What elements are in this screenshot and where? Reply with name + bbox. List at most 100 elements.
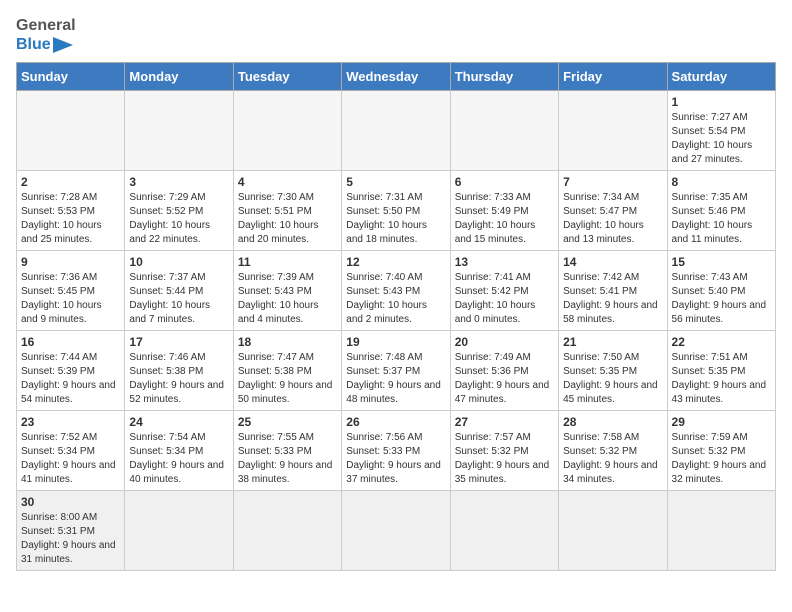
day-number: 4 xyxy=(238,175,337,189)
calendar-day: 28Sunrise: 7:58 AM Sunset: 5:32 PM Dayli… xyxy=(559,411,667,491)
calendar-day: 18 Sunrise: 7:47 AM Sunset: 5:38 PM Dayli… xyxy=(233,331,341,411)
calendar-day: 12Sunrise: 7:40 AM Sunset: 5:43 PM Dayli… xyxy=(342,251,450,331)
day-number: 16 xyxy=(21,335,120,349)
day-number: 23 xyxy=(21,415,120,429)
day-info: Sunrise: 7:51 AM Sunset: 5:35 PM Dayligh… xyxy=(672,351,771,407)
day-info: Sunrise: 7:35 AM Sunset: 5:46 PM Dayligh… xyxy=(672,191,771,247)
day-info: Sunrise: 7:39 AM Sunset: 5:43 PM Dayligh… xyxy=(238,271,337,327)
weekday-header: Monday xyxy=(125,63,233,91)
day-number: 27 xyxy=(455,415,554,429)
day-number: 17 xyxy=(129,335,228,349)
day-info: Sunrise: 7:49 AM Sunset: 5:36 PM Dayligh… xyxy=(455,351,554,407)
day-number: 19 xyxy=(346,335,445,349)
logo-general: General xyxy=(16,16,76,35)
day-number: 9 xyxy=(21,255,120,269)
day-info: Sunrise: 8:00 AM Sunset: 5:31 PM Dayligh… xyxy=(21,511,120,567)
day-info: Sunrise: 7:43 AM Sunset: 5:40 PM Dayligh… xyxy=(672,271,771,327)
weekday-header: Tuesday xyxy=(233,63,341,91)
calendar-body: 1 Sunrise: 7:27 AM Sunset: 5:54 PM Daylig… xyxy=(17,91,776,571)
calendar-day xyxy=(450,491,558,571)
calendar-week: 23 Sunrise: 7:52 AM Sunset: 5:34 PM Dayli… xyxy=(17,411,776,491)
day-info: Sunrise: 7:40 AM Sunset: 5:43 PM Dayligh… xyxy=(346,271,445,327)
day-number: 25 xyxy=(238,415,337,429)
calendar-day: 29Sunrise: 7:59 AM Sunset: 5:32 PM Dayli… xyxy=(667,411,775,491)
calendar-day: 5Sunrise: 7:31 AM Sunset: 5:50 PM Daylig… xyxy=(342,171,450,251)
day-number: 15 xyxy=(672,255,771,269)
calendar-day: 13 Sunrise: 7:41 AM Sunset: 5:42 PM Dayli… xyxy=(450,251,558,331)
calendar-day: 26Sunrise: 7:56 AM Sunset: 5:33 PM Dayli… xyxy=(342,411,450,491)
calendar-day: 7 Sunrise: 7:34 AM Sunset: 5:47 PM Daylig… xyxy=(559,171,667,251)
calendar-day: 6Sunrise: 7:33 AM Sunset: 5:49 PM Daylig… xyxy=(450,171,558,251)
logo-blue: Blue xyxy=(16,35,51,54)
calendar-day: 14 Sunrise: 7:42 AM Sunset: 5:41 PM Dayli… xyxy=(559,251,667,331)
calendar-day xyxy=(17,91,125,171)
day-number: 10 xyxy=(129,255,228,269)
day-info: Sunrise: 7:55 AM Sunset: 5:33 PM Dayligh… xyxy=(238,431,337,487)
calendar-week: 1 Sunrise: 7:27 AM Sunset: 5:54 PM Daylig… xyxy=(17,91,776,171)
weekday-header: Sunday xyxy=(17,63,125,91)
day-number: 5 xyxy=(346,175,445,189)
calendar-table: SundayMondayTuesdayWednesdayThursdayFrid… xyxy=(16,62,776,571)
day-info: Sunrise: 7:27 AM Sunset: 5:54 PM Dayligh… xyxy=(672,111,771,167)
calendar-day: 27 Sunrise: 7:57 AM Sunset: 5:32 PM Dayli… xyxy=(450,411,558,491)
calendar-day xyxy=(342,91,450,171)
header: General Blue xyxy=(16,16,776,54)
weekday-header: Thursday xyxy=(450,63,558,91)
calendar-day xyxy=(125,91,233,171)
day-number: 8 xyxy=(672,175,771,189)
calendar-day: 8 Sunrise: 7:35 AM Sunset: 5:46 PM Daylig… xyxy=(667,171,775,251)
day-number: 1 xyxy=(672,95,771,109)
calendar-day xyxy=(233,91,341,171)
day-info: Sunrise: 7:41 AM Sunset: 5:42 PM Dayligh… xyxy=(455,271,554,327)
calendar-day: 9Sunrise: 7:36 AM Sunset: 5:45 PM Daylig… xyxy=(17,251,125,331)
calendar-day: 4 Sunrise: 7:30 AM Sunset: 5:51 PM Daylig… xyxy=(233,171,341,251)
calendar-day: 30Sunrise: 8:00 AM Sunset: 5:31 PM Dayli… xyxy=(17,491,125,571)
calendar-day xyxy=(233,491,341,571)
calendar-day xyxy=(342,491,450,571)
day-number: 13 xyxy=(455,255,554,269)
calendar-day: 1 Sunrise: 7:27 AM Sunset: 5:54 PM Daylig… xyxy=(667,91,775,171)
calendar-day: 2 Sunrise: 7:28 AM Sunset: 5:53 PM Daylig… xyxy=(17,171,125,251)
day-number: 22 xyxy=(672,335,771,349)
day-info: Sunrise: 7:37 AM Sunset: 5:44 PM Dayligh… xyxy=(129,271,228,327)
weekday-header: Saturday xyxy=(667,63,775,91)
calendar-day: 22 Sunrise: 7:51 AM Sunset: 5:35 PM Dayli… xyxy=(667,331,775,411)
weekday-header: Friday xyxy=(559,63,667,91)
day-number: 18 xyxy=(238,335,337,349)
day-info: Sunrise: 7:54 AM Sunset: 5:34 PM Dayligh… xyxy=(129,431,228,487)
calendar-day xyxy=(559,491,667,571)
calendar-day xyxy=(125,491,233,571)
weekday-header: Wednesday xyxy=(342,63,450,91)
calendar-header: SundayMondayTuesdayWednesdayThursdayFrid… xyxy=(17,63,776,91)
calendar-week: 2 Sunrise: 7:28 AM Sunset: 5:53 PM Daylig… xyxy=(17,171,776,251)
day-number: 3 xyxy=(129,175,228,189)
day-number: 7 xyxy=(563,175,662,189)
day-info: Sunrise: 7:28 AM Sunset: 5:53 PM Dayligh… xyxy=(21,191,120,247)
day-number: 21 xyxy=(563,335,662,349)
day-info: Sunrise: 7:47 AM Sunset: 5:38 PM Dayligh… xyxy=(238,351,337,407)
calendar-day: 25 Sunrise: 7:55 AM Sunset: 5:33 PM Dayli… xyxy=(233,411,341,491)
calendar-day: 3Sunrise: 7:29 AM Sunset: 5:52 PM Daylig… xyxy=(125,171,233,251)
day-number: 24 xyxy=(129,415,228,429)
day-info: Sunrise: 7:52 AM Sunset: 5:34 PM Dayligh… xyxy=(21,431,120,487)
day-number: 20 xyxy=(455,335,554,349)
calendar-day: 10 Sunrise: 7:37 AM Sunset: 5:44 PM Dayli… xyxy=(125,251,233,331)
day-info: Sunrise: 7:33 AM Sunset: 5:49 PM Dayligh… xyxy=(455,191,554,247)
calendar-day: 16 Sunrise: 7:44 AM Sunset: 5:39 PM Dayli… xyxy=(17,331,125,411)
calendar-day: 19Sunrise: 7:48 AM Sunset: 5:37 PM Dayli… xyxy=(342,331,450,411)
day-info: Sunrise: 7:57 AM Sunset: 5:32 PM Dayligh… xyxy=(455,431,554,487)
calendar-week: 30Sunrise: 8:00 AM Sunset: 5:31 PM Dayli… xyxy=(17,491,776,571)
day-number: 2 xyxy=(21,175,120,189)
day-number: 11 xyxy=(238,255,337,269)
day-info: Sunrise: 7:50 AM Sunset: 5:35 PM Dayligh… xyxy=(563,351,662,407)
calendar-week: 9Sunrise: 7:36 AM Sunset: 5:45 PM Daylig… xyxy=(17,251,776,331)
calendar-week: 16 Sunrise: 7:44 AM Sunset: 5:39 PM Dayli… xyxy=(17,331,776,411)
day-info: Sunrise: 7:59 AM Sunset: 5:32 PM Dayligh… xyxy=(672,431,771,487)
day-number: 14 xyxy=(563,255,662,269)
logo-triangle-icon xyxy=(53,37,73,53)
calendar-day xyxy=(450,91,558,171)
day-info: Sunrise: 7:34 AM Sunset: 5:47 PM Dayligh… xyxy=(563,191,662,247)
day-info: Sunrise: 7:42 AM Sunset: 5:41 PM Dayligh… xyxy=(563,271,662,327)
day-info: Sunrise: 7:30 AM Sunset: 5:51 PM Dayligh… xyxy=(238,191,337,247)
day-info: Sunrise: 7:44 AM Sunset: 5:39 PM Dayligh… xyxy=(21,351,120,407)
